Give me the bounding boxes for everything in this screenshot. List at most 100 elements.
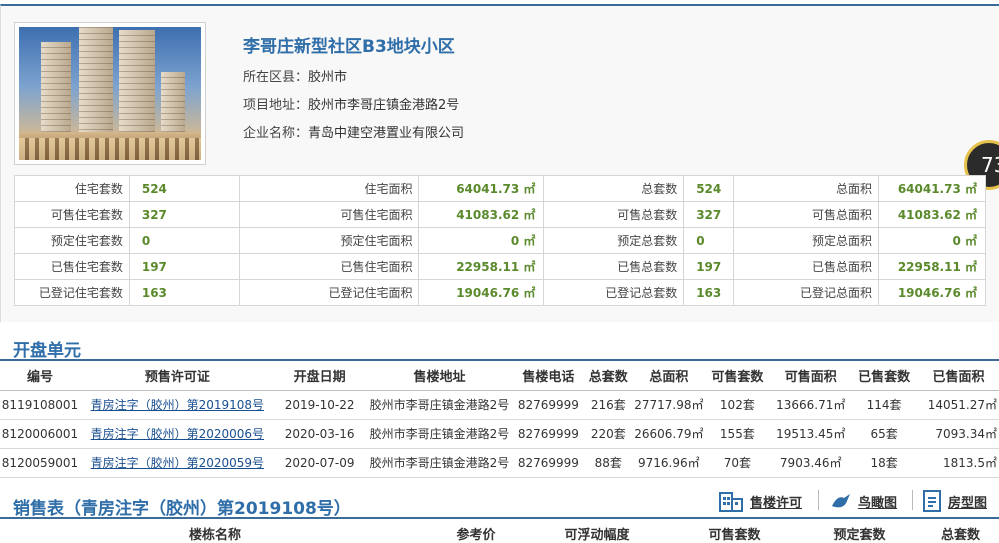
stats-row: 已登记住宅套数 163 已登记住宅面积 19046.76 ㎡已登记总套数 163 已登记总… xyxy=(14,279,987,306)
units-column-header[interactable]: 编号 xyxy=(0,361,80,391)
table-cell: 19513.45㎡ xyxy=(771,419,851,449)
sales-column-header[interactable]: 参考价 xyxy=(430,521,522,543)
table-cell: 7903.46㎡ xyxy=(771,448,851,478)
sales-column-header[interactable]: 可浮动幅度 xyxy=(522,521,672,543)
stat-value: 64041.73 ㎡ xyxy=(418,175,545,202)
table-cell: 82769999 xyxy=(514,419,583,449)
stat-label: 总面积 xyxy=(733,175,879,202)
toolbar-divider xyxy=(912,490,913,510)
stat-label: 总套数 xyxy=(543,175,685,202)
units-column-header[interactable]: 开盘日期 xyxy=(274,361,365,391)
units-column-header[interactable]: 可售套数 xyxy=(703,361,772,391)
table-cell: 8120059001 xyxy=(0,448,80,478)
stat-value: 163 xyxy=(128,279,240,306)
toolbar-divider xyxy=(818,490,819,510)
stats-row: 可售住宅套数 327 可售住宅面积 41083.62 ㎡可售总套数 327 可售总面积 41… xyxy=(14,201,987,228)
table-cell: 青房注字（胶州）第2020059号 xyxy=(79,448,275,478)
stat-value: 327 xyxy=(683,201,735,228)
table-cell: 2020-03-16 xyxy=(274,419,365,449)
company-row: 企业名称：青岛中建空港置业有限公司 xyxy=(243,122,464,141)
stats-table: 住宅套数 524 住宅面积 64041.73 ㎡总套数 524 总面积 64041.73 ㎡… xyxy=(14,175,987,306)
stats-row: 预定住宅套数 0 预定住宅面积 0 ㎡预定总套数 0 预定总面积 0 ㎡ xyxy=(14,227,987,254)
units-column-header[interactable]: 已售面积 xyxy=(918,361,999,391)
stat-label: 已售总面积 xyxy=(733,253,879,280)
presale-permit-link[interactable]: 青房注字（胶州）第2020059号 xyxy=(91,456,264,470)
address-value: 胶州市李哥庄镇金港路2号 xyxy=(308,98,460,113)
stat-label: 可售住宅面积 xyxy=(238,201,420,228)
district-row: 所在区县：胶州市 xyxy=(243,66,347,85)
company-label: 企业名称： xyxy=(243,126,309,141)
units-header-row: 编号 预售许可证 开盘日期 售楼地址 售楼电话 总套数 总面积 可售套数 可售面积 已售套数 已售面… xyxy=(0,361,999,391)
table-cell: 27717.98㎡ xyxy=(634,390,704,420)
table-cell: 88套 xyxy=(582,448,635,478)
table-cell: 8119108001 xyxy=(0,390,80,420)
sales-column-header[interactable]: 可售套数 xyxy=(672,521,797,543)
stat-label: 已登记总套数 xyxy=(543,279,685,306)
stat-label: 已登记总面积 xyxy=(733,279,879,306)
table-cell: 14051.27㎡ xyxy=(918,390,999,420)
table-cell: 青房注字（胶州）第2020006号 xyxy=(79,419,275,449)
sales-column-header[interactable]: 楼栋名称 xyxy=(0,521,430,543)
table-cell: 9716.96㎡ xyxy=(634,448,704,478)
stat-label: 已售住宅套数 xyxy=(14,253,130,280)
stat-label: 住宅套数 xyxy=(14,175,130,202)
table-cell: 82769999 xyxy=(514,448,583,478)
units-column-header[interactable]: 售楼地址 xyxy=(364,361,515,391)
stat-value: 19046.76 ㎡ xyxy=(877,279,987,306)
table-cell: 7093.34㎡ xyxy=(918,419,999,449)
table-cell: 1813.5㎡ xyxy=(918,448,999,478)
sales-section-title: 销售表（青房注字（胶州）第2019108号） xyxy=(13,499,351,519)
stat-label: 已登记住宅套数 xyxy=(14,279,130,306)
sales-section-rule xyxy=(0,517,999,519)
stat-value: 0 ㎡ xyxy=(418,227,545,254)
district-value: 胶州市 xyxy=(308,70,348,85)
units-column-header[interactable]: 总面积 xyxy=(634,361,704,391)
address-row: 项目地址：胶州市李哥庄镇金港路2号 xyxy=(243,94,459,113)
table-cell: 114套 xyxy=(850,390,919,420)
units-column-header[interactable]: 预售许可证 xyxy=(79,361,275,391)
stat-value: 524 xyxy=(683,175,735,202)
table-cell: 65套 xyxy=(850,419,919,449)
project-title: 李哥庄新型社区B3地块小区 xyxy=(243,37,455,57)
floor-plan-label: 房型图 xyxy=(948,495,988,511)
stat-label: 预定总套数 xyxy=(543,227,685,254)
stat-value: 524 xyxy=(128,175,240,202)
stat-label: 可售住宅套数 xyxy=(14,201,130,228)
units-column-header[interactable]: 售楼电话 xyxy=(514,361,583,391)
table-cell: 2019-10-22 xyxy=(274,390,365,420)
table-cell: 胶州市李哥庄镇金港路2号 xyxy=(364,390,515,420)
units-column-header[interactable]: 总套数 xyxy=(582,361,635,391)
floor-plan-link[interactable]: 房型图 xyxy=(922,490,987,512)
stat-label: 预定住宅套数 xyxy=(14,227,130,254)
stat-label: 可售总面积 xyxy=(733,201,879,228)
presale-permit-link[interactable]: 青房注字（胶州）第2020006号 xyxy=(91,427,264,441)
building-icon xyxy=(719,492,743,512)
table-row: 8120059001 青房注字（胶州）第2020059号 2020-07-09 胶州市… xyxy=(0,448,999,478)
stats-row: 住宅套数 524 住宅面积 64041.73 ㎡总套数 524 总面积 64041.73 ㎡ xyxy=(14,175,987,202)
presale-permit-link[interactable]: 青房注字（胶州）第2019108号 xyxy=(91,398,264,412)
units-column-header[interactable]: 可售面积 xyxy=(771,361,851,391)
project-photo[interactable] xyxy=(14,22,206,165)
stat-value: 163 xyxy=(683,279,735,306)
address-label: 项目地址： xyxy=(243,98,309,113)
table-cell: 82769999 xyxy=(514,390,583,420)
sales-column-header[interactable]: 预定套数 xyxy=(797,521,922,543)
table-cell: 胶州市李哥庄镇金港路2号 xyxy=(364,448,515,478)
sales-permit-link[interactable]: 售楼许可 xyxy=(718,490,802,512)
table-cell: 26606.79㎡ xyxy=(634,419,704,449)
sales-permit-label: 售楼许可 xyxy=(750,495,803,511)
stats-row: 已售住宅套数 197 已售住宅面积 22958.11 ㎡已售总套数 197 已售总面积 22… xyxy=(14,253,987,280)
stat-value: 19046.76 ㎡ xyxy=(418,279,545,306)
stat-value: 22958.11 ㎡ xyxy=(418,253,545,280)
stat-value: 41083.62 ㎡ xyxy=(877,201,987,228)
sales-column-header[interactable]: 总套数 xyxy=(922,521,999,543)
table-row: 8120006001 青房注字（胶州）第2020006号 2020-03-16 胶州市… xyxy=(0,419,999,449)
stat-label: 预定住宅面积 xyxy=(238,227,420,254)
stat-label: 预定总面积 xyxy=(733,227,879,254)
district-label: 所在区县： xyxy=(243,70,309,85)
sales-table: 楼栋名称 参考价 可浮动幅度 可售套数 预定套数 总套数 xyxy=(0,521,999,543)
table-cell: 155套 xyxy=(703,419,772,449)
units-column-header[interactable]: 已售套数 xyxy=(850,361,919,391)
aerial-view-link[interactable]: 鸟瞰图 xyxy=(830,490,897,512)
units-section-title: 开盘单元 xyxy=(13,341,81,361)
